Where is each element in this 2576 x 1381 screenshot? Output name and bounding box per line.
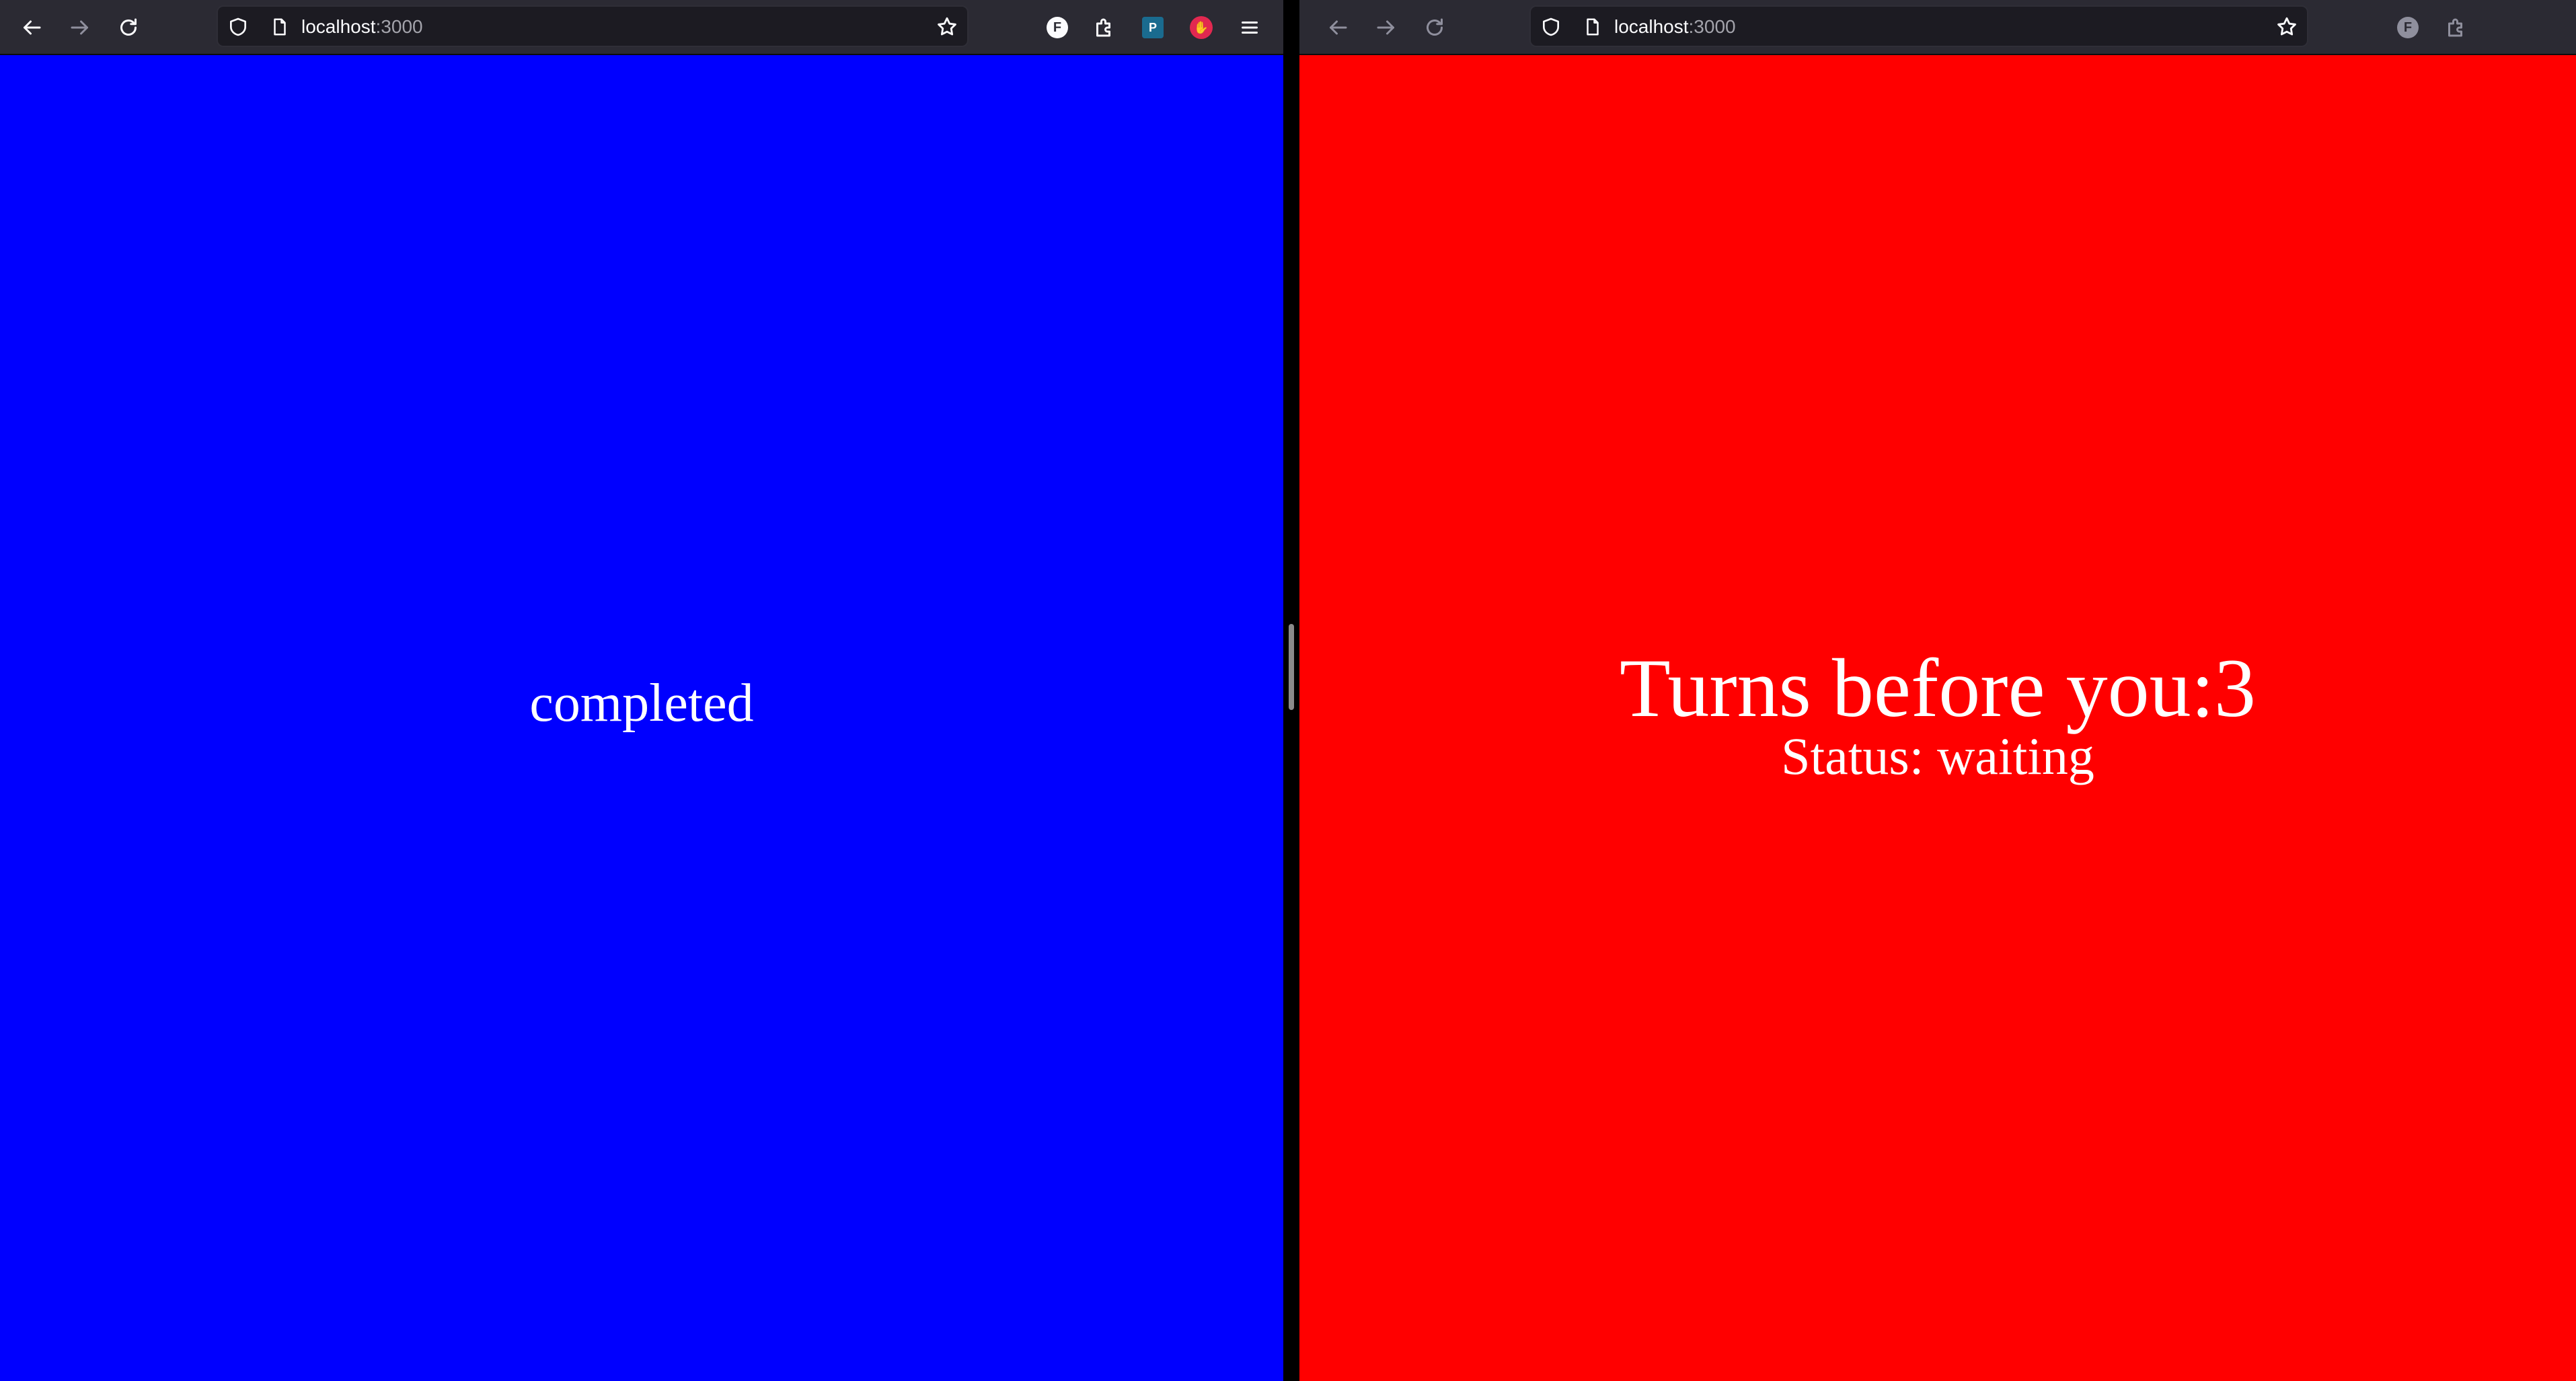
- shield-icon[interactable]: [1539, 15, 1563, 39]
- forward-arrow-icon: [71, 20, 88, 35]
- url-port: :3000: [375, 16, 423, 37]
- split-screen: localhost:3000 F P ✋ completed localhost…: [0, 0, 2576, 1381]
- reload-icon: [120, 18, 137, 36]
- extension-f-button[interactable]: F: [2388, 7, 2428, 48]
- reload-icon: [1427, 18, 1443, 36]
- url-text: localhost:3000: [1614, 15, 1736, 38]
- f-extension-icon: F: [1047, 17, 1068, 38]
- turns-before-you-text: Turns before you:3: [1619, 642, 2257, 734]
- page-icon: [1581, 15, 1605, 39]
- extensions-icon: [2448, 18, 2462, 37]
- browser-window-left: localhost:3000 F P ✋ completed: [0, 0, 1283, 1381]
- shield-icon[interactable]: [226, 15, 250, 39]
- browser-toolbar: localhost:3000 F: [1299, 0, 2576, 55]
- back-arrow-icon: [24, 20, 41, 35]
- reload-button[interactable]: [1414, 7, 1455, 48]
- status-waiting-text: Status: waiting: [1781, 727, 2094, 785]
- menu-button[interactable]: [1229, 7, 1270, 48]
- reload-button[interactable]: [108, 7, 149, 48]
- extension-teal-button[interactable]: P: [1133, 7, 1173, 48]
- hand-stop-icon: ✋: [1190, 16, 1213, 39]
- url-host: localhost: [1614, 16, 1689, 37]
- bookmark-star-button[interactable]: [2275, 15, 2299, 39]
- star-icon: [938, 17, 956, 36]
- status-completed-text: completed: [529, 674, 754, 733]
- forward-button[interactable]: [59, 7, 101, 48]
- back-arrow-icon: [1330, 20, 1347, 35]
- browser-window-right: localhost:3000 F Turns before you:3 Stat…: [1299, 0, 2576, 1381]
- teal-extension-icon: P: [1142, 17, 1164, 38]
- page-content-left: completed: [0, 55, 1283, 1381]
- hamburger-menu-icon: [1242, 22, 1258, 34]
- browser-toolbar: localhost:3000 F P ✋: [0, 0, 1283, 55]
- bookmark-star-button[interactable]: [935, 15, 959, 39]
- star-icon: [2277, 17, 2296, 36]
- extensions-icon: [1096, 18, 1110, 37]
- url-bar[interactable]: localhost:3000: [1529, 5, 2308, 47]
- extension-f-button[interactable]: F: [1037, 7, 1077, 48]
- forward-arrow-icon: [1377, 20, 1394, 35]
- url-port: :3000: [1688, 16, 1736, 37]
- url-bar[interactable]: localhost:3000: [217, 5, 969, 47]
- extensions-button[interactable]: [2436, 7, 2476, 48]
- forward-button[interactable]: [1365, 7, 1407, 48]
- back-button[interactable]: [11, 7, 52, 48]
- split-resize-handle[interactable]: [1289, 624, 1294, 710]
- back-button[interactable]: [1317, 7, 1359, 48]
- f-extension-icon: F: [2397, 17, 2419, 38]
- page-content-right: Turns before you:3 Status: waiting: [1299, 55, 2576, 1381]
- url-text: localhost:3000: [301, 15, 423, 38]
- extensions-button[interactable]: [1084, 7, 1125, 48]
- page-icon: [268, 15, 292, 39]
- url-host: localhost: [301, 16, 376, 37]
- extension-red-button[interactable]: ✋: [1181, 7, 1221, 48]
